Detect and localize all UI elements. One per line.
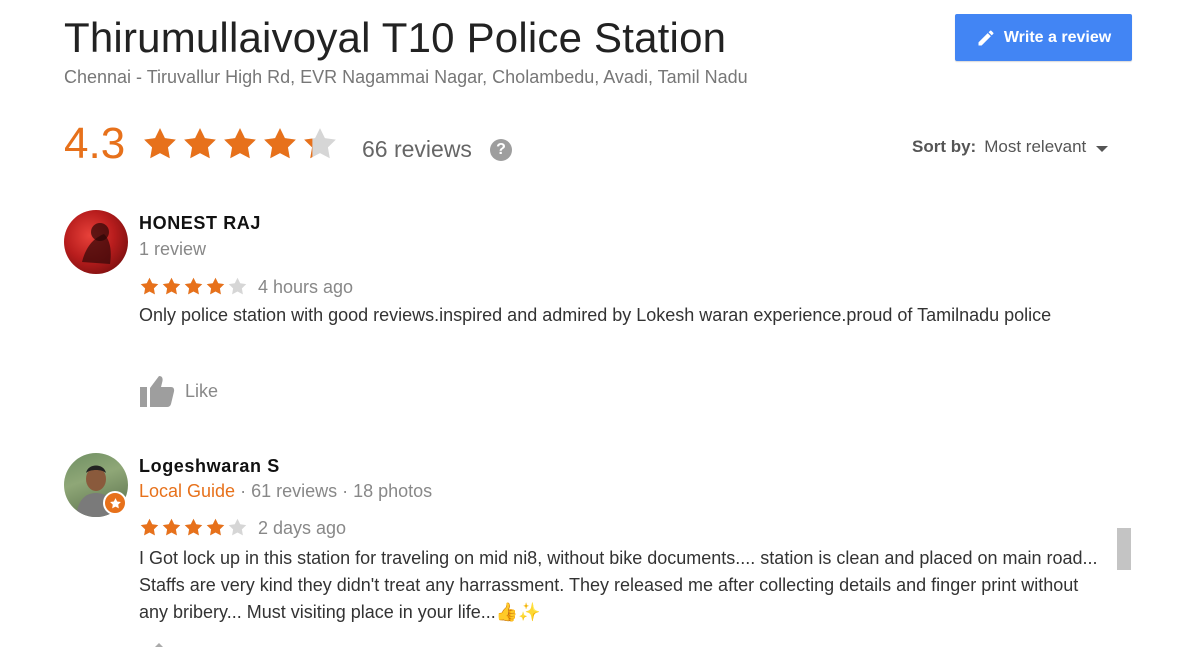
star-icon xyxy=(206,277,225,295)
star-icon xyxy=(206,518,225,536)
sort-dropdown[interactable]: Most relevant xyxy=(984,137,1086,157)
star-icon xyxy=(224,128,257,159)
like-label: Like xyxy=(185,380,219,401)
sort-label: Sort by: xyxy=(912,137,977,156)
review-stars xyxy=(139,517,248,538)
star-icon xyxy=(144,128,177,159)
help-icon[interactable]: ? xyxy=(490,139,512,161)
chevron-down-icon[interactable] xyxy=(1096,145,1109,152)
review-count-link[interactable]: 66 reviews xyxy=(362,136,472,163)
write-review-button[interactable]: Write a review xyxy=(955,14,1132,61)
pencil-icon xyxy=(978,29,994,45)
star-icon xyxy=(162,277,181,295)
star-icon xyxy=(228,518,247,536)
star-icon xyxy=(109,497,121,508)
rating-stars xyxy=(141,125,339,163)
review-text: I Got lock up in this station for travel… xyxy=(139,548,1098,622)
star-icon xyxy=(264,128,297,159)
caret-up-icon xyxy=(155,643,163,647)
avatar[interactable] xyxy=(64,210,128,274)
place-title: Thirumullaivoyal T10 Police Station xyxy=(64,14,727,61)
reviewer-name[interactable]: HONEST RAJ xyxy=(139,213,261,234)
reviewer-meta: Local Guide · 61 reviews · 18 photos xyxy=(139,481,432,502)
reviewer-name[interactable]: Logeshwaran S xyxy=(139,456,280,477)
star-icon xyxy=(228,277,247,295)
thumbs-up-icon xyxy=(140,376,175,407)
star-icon xyxy=(162,518,181,536)
like-button[interactable]: Like xyxy=(139,374,218,408)
review-text: Only police station with good reviews.in… xyxy=(139,305,1052,325)
place-address: Chennai - Tiruvallur High Rd, EVR Nagamm… xyxy=(64,67,748,87)
avatar-image xyxy=(82,223,111,264)
reviewer-stats: · 61 reviews · 18 photos xyxy=(235,481,433,501)
star-icon xyxy=(184,128,217,159)
review-time: 4 hours ago xyxy=(258,277,354,297)
review-stars xyxy=(139,276,248,297)
star-icon xyxy=(140,277,159,295)
write-review-label: Write a review xyxy=(1003,28,1112,46)
reviewer-meta: 1 review xyxy=(139,239,207,259)
star-icon xyxy=(184,518,203,536)
star-icon xyxy=(184,277,203,295)
local-guide-badge xyxy=(103,491,127,515)
sort-control[interactable]: Sort by: Most relevant xyxy=(912,137,1109,157)
star-icon xyxy=(140,518,159,536)
local-guide-label[interactable]: Local Guide xyxy=(139,481,235,501)
scrollbar-thumb[interactable] xyxy=(1117,528,1131,570)
rating-value: 4.3 xyxy=(64,119,126,168)
rating-summary: 4.3 xyxy=(64,116,339,172)
star-icon xyxy=(304,128,337,159)
review-time: 2 days ago xyxy=(258,518,347,538)
